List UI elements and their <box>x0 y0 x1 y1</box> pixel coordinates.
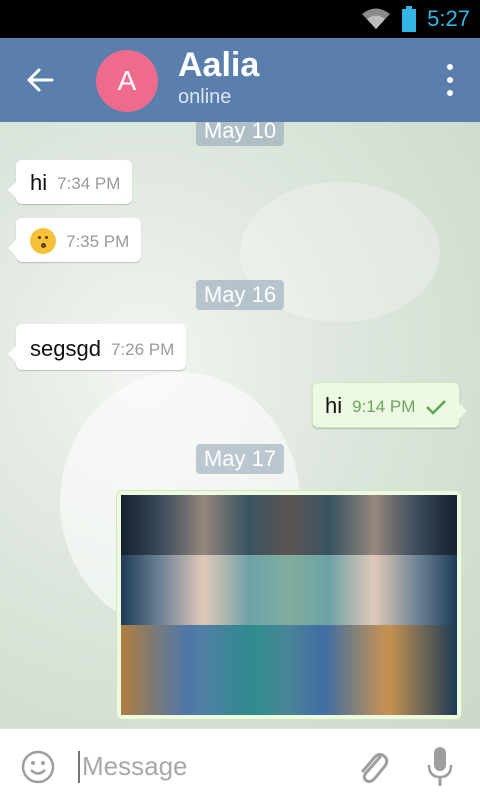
message-time: 9:14 PM <box>352 397 416 416</box>
message-time: 7:26 PM <box>110 340 175 359</box>
message-bubble-incoming[interactable]: 7:35 PM <box>8 218 142 262</box>
overflow-menu-button[interactable] <box>442 64 458 96</box>
microphone-icon[interactable] <box>424 745 456 789</box>
battery-icon <box>402 6 417 32</box>
paperclip-icon[interactable] <box>354 747 390 787</box>
message-text: segsgd <box>30 336 101 361</box>
message-composer <box>0 728 480 801</box>
kissing-face-emoji-icon <box>30 228 56 254</box>
date-separator: May 10 <box>195 122 285 146</box>
message-text: hi <box>325 393 343 418</box>
back-button[interactable] <box>20 60 60 100</box>
avatar[interactable]: A <box>96 50 158 112</box>
contact-name[interactable]: Aalia <box>178 46 259 85</box>
message-time: 7:35 PM <box>66 232 130 251</box>
chat-header: A Aalia online <box>0 38 480 122</box>
clock: 5:27 <box>427 6 470 31</box>
message-input[interactable] <box>80 747 344 785</box>
photo-image <box>121 495 457 715</box>
status-bar: 5:27 <box>0 0 480 38</box>
date-separator: May 17 <box>195 444 285 474</box>
avatar-letter: A <box>117 65 137 96</box>
date-separator: May 16 <box>195 280 285 310</box>
emoji-icon[interactable] <box>20 749 56 785</box>
photo-message[interactable] <box>116 490 462 720</box>
check-icon <box>426 400 447 415</box>
wifi-icon <box>362 8 391 29</box>
arrow-left-icon <box>27 68 54 92</box>
status-icons: 5:27 <box>361 4 470 34</box>
message-time: 7:34 PM <box>57 174 121 193</box>
message-bubble-incoming[interactable]: segsgd 7:26 PM <box>8 324 187 370</box>
contact-status: online <box>178 86 232 108</box>
message-bubble-incoming[interactable]: hi 7:34 PM <box>8 160 133 204</box>
more-vert-icon <box>447 64 453 70</box>
message-bubble-outgoing[interactable]: hi 9:14 PM <box>312 382 468 428</box>
message-list[interactable]: May 10 hi 7:34 PM 7:35 PM May 16 segsgd … <box>0 122 480 728</box>
message-text: hi <box>30 170 48 195</box>
